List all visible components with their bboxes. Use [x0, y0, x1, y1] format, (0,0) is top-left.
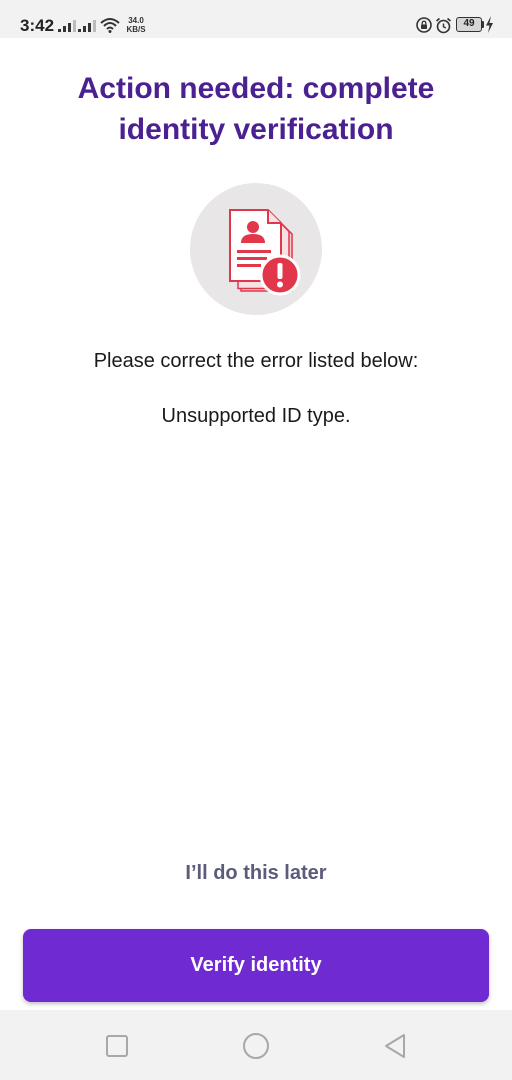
navigation-bar — [0, 1010, 512, 1080]
status-bar: 3:42 34.0 KB/S 49 — [0, 0, 512, 38]
instruction-text: Please correct the error listed below: — [93, 350, 419, 372]
document-error-icon — [190, 183, 322, 315]
charging-icon — [486, 16, 493, 33]
recent-apps-icon[interactable] — [103, 1032, 131, 1060]
do-this-later-link[interactable]: I’ll do this later — [156, 858, 356, 888]
status-time: 3:42 — [20, 16, 55, 35]
signal-icon — [58, 20, 76, 32]
verify-identity-button[interactable]: Verify identity — [23, 929, 489, 1002]
back-icon[interactable] — [382, 1032, 410, 1060]
battery-icon: 49 — [456, 17, 482, 32]
battery-cap — [482, 21, 484, 28]
wifi-icon — [100, 18, 120, 33]
error-message: Unsupported ID type. — [161, 405, 351, 427]
alarm-icon — [435, 17, 452, 34]
signal-icon — [78, 20, 96, 32]
page-title: Action needed: complete identity verific… — [77, 72, 435, 146]
network-speed-unit: KB/S — [126, 25, 146, 34]
network-speed-value: 34.0 — [128, 16, 144, 25]
lock-icon — [416, 17, 432, 33]
network-speed: 34.0 KB/S — [123, 16, 149, 34]
home-icon[interactable] — [242, 1032, 270, 1060]
